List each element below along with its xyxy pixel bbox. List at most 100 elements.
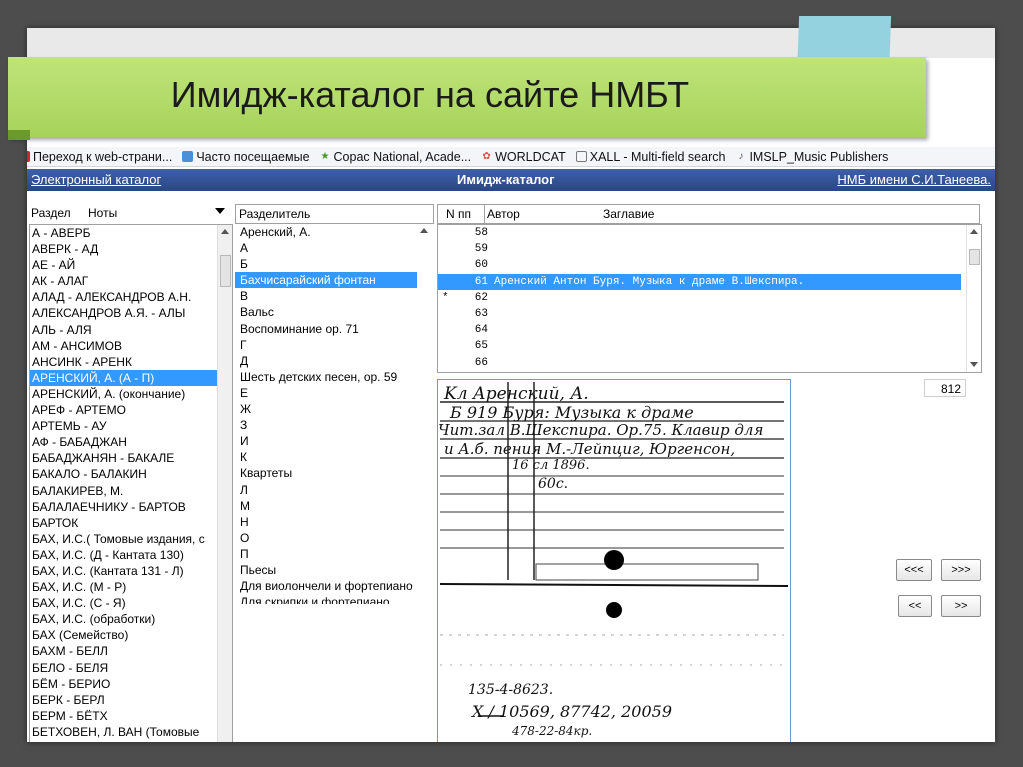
- section-list-item[interactable]: БАХМ - БЕЛЛ: [30, 643, 232, 659]
- result-row[interactable]: 59: [438, 241, 981, 257]
- section-list-item[interactable]: АЕ - АЙ: [30, 257, 232, 273]
- electronic-catalog-link[interactable]: Электронный каталог: [31, 172, 161, 187]
- divider-list-item[interactable]: Шесть детских песен, ор. 59: [235, 369, 431, 385]
- result-marker: *: [442, 291, 449, 304]
- bookmark-item[interactable]: ♪ IMSLP_Music Publishers: [735, 150, 888, 164]
- section-list-item[interactable]: БАХ (Семейство): [30, 627, 232, 643]
- section-list[interactable]: А - АВЕРБ АВЕРК - АД АЕ - АЙ АК - АЛАГ АЛАД …: [29, 224, 233, 742]
- scroll-up-icon[interactable]: [970, 229, 978, 234]
- divider-list-item[interactable]: Бахчисарайский фонтан: [235, 272, 431, 289]
- library-link[interactable]: НМБ имени С.И.Танеева.: [837, 172, 991, 187]
- divider-list-item[interactable]: Л: [235, 482, 431, 498]
- section-list-item[interactable]: БАКАЛО - БАЛАКИН: [30, 466, 232, 482]
- divider-list-item[interactable]: Б: [235, 256, 431, 272]
- divider-list-item[interactable]: Для скрипки и фортепиано: [235, 594, 431, 604]
- divider-list-scrollbar[interactable]: [417, 224, 431, 604]
- divider-list-item[interactable]: Г: [235, 337, 431, 353]
- divider-list-item[interactable]: М: [235, 498, 431, 514]
- bookmark-item[interactable]: ✿ WORLDCAT: [481, 150, 565, 164]
- divider-list-item[interactable]: Е: [235, 385, 431, 401]
- section-list-item[interactable]: БЕТХОВЕН, Л. ВАН (Томовые: [30, 724, 232, 740]
- divider-list-item[interactable]: Д: [235, 353, 431, 369]
- section-list-item[interactable]: БАХ, И.С. (С - Я): [30, 595, 232, 611]
- bookmark-item[interactable]: Переход к web-страни...: [27, 150, 172, 164]
- record-count: 812: [924, 379, 966, 397]
- card-line: 478-22-84кр.: [512, 724, 593, 738]
- bookmark-item[interactable]: XALL - Multi-field search: [575, 150, 725, 164]
- scroll-thumb[interactable]: [220, 255, 231, 287]
- section-list-item[interactable]: АК - АЛАГ: [30, 273, 232, 289]
- section-list-item[interactable]: БАХ, И.С. (Д - Кантата 130): [30, 547, 232, 563]
- result-row[interactable]: 64: [438, 322, 981, 338]
- divider-list-item[interactable]: Вальс: [235, 304, 431, 320]
- section-list-item[interactable]: БАХ, И.С.( Томовые издания, с: [30, 531, 232, 547]
- section-list-item[interactable]: АРЕНСКИЙ, А. (А - П): [30, 369, 232, 386]
- result-row[interactable]: 58: [438, 225, 981, 241]
- first-page-button[interactable]: <<<: [896, 559, 932, 581]
- section-list-item[interactable]: БАХ, И.С. (М - Р): [30, 579, 232, 595]
- section-list-item[interactable]: А - АВЕРБ: [30, 225, 232, 241]
- divider-list-item[interactable]: Пьесы: [235, 562, 431, 578]
- bookmark-item[interactable]: Часто посещаемые: [182, 150, 310, 164]
- divider-list-item[interactable]: А: [235, 240, 431, 256]
- divider-list-item[interactable]: П: [235, 546, 431, 562]
- results-list[interactable]: 58 59 60 61 Аренский Антон Буря. Музыка к др…: [437, 224, 982, 373]
- section-list-item[interactable]: АЛЬ - АЛЯ: [30, 322, 232, 338]
- section-list-item[interactable]: АРТЕМЬ - АУ: [30, 418, 232, 434]
- divider-list-item[interactable]: К: [235, 449, 431, 465]
- section-list-item[interactable]: БАРТОК: [30, 515, 232, 531]
- divider-list-item[interactable]: Воспоминание ор. 71: [235, 321, 431, 337]
- divider-list-item[interactable]: И: [235, 433, 431, 449]
- scroll-down-icon[interactable]: [970, 362, 978, 367]
- section-list-item[interactable]: АМ - АНСИМОВ: [30, 338, 232, 354]
- section-list-item[interactable]: БЕТХОВЕН, Л. ВАН (Квартеты: [30, 740, 232, 742]
- result-num: 61: [474, 275, 488, 288]
- section-list-item[interactable]: БЁМ - БЕРИО: [30, 676, 232, 692]
- result-row[interactable]: 63: [438, 306, 981, 322]
- scroll-up-icon[interactable]: [221, 229, 229, 234]
- bookmark-item[interactable]: ★ Copac National, Acade...: [320, 150, 472, 164]
- divider-list-item[interactable]: О: [235, 530, 431, 546]
- section-list-item[interactable]: БАЛАКИРЕВ, М.: [30, 483, 232, 499]
- section-list-item[interactable]: АНСИНК - АРЕНК: [30, 354, 232, 370]
- section-select[interactable]: Ноты: [83, 203, 229, 223]
- divider-list-item[interactable]: В: [235, 288, 431, 304]
- divider-list[interactable]: Аренский, А. А Б Бахчисарайский фонтан В Валь…: [235, 224, 431, 604]
- section-list-item[interactable]: АВЕРК - АД: [30, 241, 232, 257]
- scroll-thumb[interactable]: [969, 249, 980, 265]
- section-list-item[interactable]: БЕРМ - БЁТХ: [30, 708, 232, 724]
- scroll-up-icon[interactable]: [420, 228, 428, 233]
- section-list-item[interactable]: АФ - БАБАДЖАН: [30, 434, 232, 450]
- section-list-item[interactable]: БЕЛО - БЕЛЯ: [30, 660, 232, 676]
- result-num: 65: [474, 340, 488, 353]
- result-row[interactable]: 66: [438, 355, 981, 371]
- section-list-item[interactable]: АЛАД - АЛЕКСАНДРОВ А.Н.: [30, 289, 232, 305]
- result-row[interactable]: 61 Аренский Антон Буря. Музыка к драме В.…: [438, 273, 961, 290]
- result-row[interactable]: * 62: [438, 290, 981, 306]
- section-list-scrollbar[interactable]: [217, 225, 232, 742]
- divider-list-item[interactable]: Н: [235, 514, 431, 530]
- card-line: и А.б. пения М.-Лейпциг, Юргенсон,: [444, 440, 736, 458]
- next-page-button[interactable]: >>: [941, 595, 981, 617]
- section-list-item[interactable]: АРЕФ - АРТЕМО: [30, 402, 232, 418]
- results-scrollbar[interactable]: [966, 225, 981, 372]
- card-line: X / 10569, 87742, 20059: [472, 702, 672, 721]
- section-list-item[interactable]: БАХ, И.С. (Кантата 131 - Л): [30, 563, 232, 579]
- divider-list-item[interactable]: Аренский, А.: [235, 224, 431, 240]
- pdf-icon: [27, 151, 30, 162]
- prev-page-button[interactable]: <<: [898, 595, 932, 617]
- divider-list-item[interactable]: Квартеты: [235, 465, 431, 481]
- section-list-item[interactable]: АРЕНСКИЙ, А. (окончание): [30, 386, 232, 402]
- divider-list-item[interactable]: Для виолончели и фортепиано: [235, 578, 431, 594]
- section-list-item[interactable]: АЛЕКСАНДРОВ А.Я. - АЛЫ: [30, 305, 232, 321]
- result-row[interactable]: 60: [438, 257, 981, 273]
- section-list-item[interactable]: БЕРК - БЕРЛ: [30, 692, 232, 708]
- section-list-item[interactable]: БАЛАЛАЕЧНИКУ - БАРТОВ: [30, 499, 232, 515]
- section-list-item[interactable]: БАХ, И.С. (обработки): [30, 611, 232, 627]
- result-row[interactable]: 65: [438, 338, 981, 354]
- results-col-author: Автор: [484, 205, 520, 223]
- section-list-item[interactable]: БАБАДЖАНЯН - БАКАЛЕ: [30, 450, 232, 466]
- last-page-button[interactable]: >>>: [941, 559, 981, 581]
- divider-list-item[interactable]: З: [235, 417, 431, 433]
- divider-list-item[interactable]: Ж: [235, 401, 431, 417]
